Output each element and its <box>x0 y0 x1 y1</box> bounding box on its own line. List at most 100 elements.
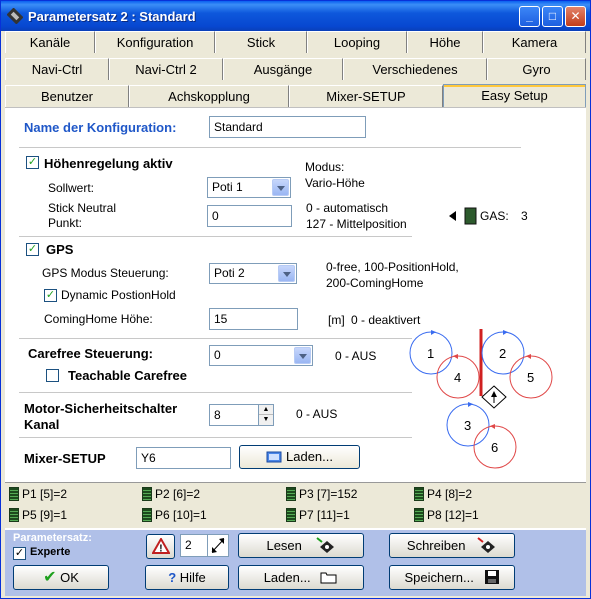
spinner-up-icon[interactable]: ▲ <box>259 405 273 415</box>
experte-label: Experte <box>30 546 71 558</box>
mixer-load-button[interactable]: Laden... <box>239 445 360 469</box>
gas-label: GAS: <box>480 209 509 223</box>
level-bar-icon <box>414 487 424 501</box>
warning-button[interactable]: ! <box>146 534 175 559</box>
svg-text:!: ! <box>159 544 162 555</box>
gps-modus-select[interactable]: Poti 2 <box>209 263 297 284</box>
speichern-button[interactable]: Speichern... <box>389 565 515 590</box>
minimize-button[interactable]: _ <box>519 6 540 27</box>
divider <box>19 392 412 393</box>
parameter-set-spinner[interactable] <box>207 534 229 557</box>
config-name-label: Name der Konfiguration: <box>24 120 177 135</box>
sollwert-select[interactable]: Poti 1 <box>207 177 291 198</box>
teachable-carefree-checkbox[interactable] <box>46 369 59 382</box>
open-folder-icon <box>320 572 337 584</box>
tab-hoehe[interactable]: Höhe <box>407 31 483 53</box>
tab-mixer-setup[interactable]: Mixer-SETUP <box>289 85 443 107</box>
poti-status-p8: P8 [12]=1 <box>414 508 479 522</box>
schreiben-label: Schreiben <box>406 538 466 553</box>
folder-icon <box>266 451 282 463</box>
tab-ausgaenge[interactable]: Ausgänge <box>223 58 343 80</box>
tab-gyro[interactable]: Gyro <box>487 58 586 80</box>
motor-channel-spinner[interactable]: ▲ ▼ <box>258 404 274 426</box>
tab-achskopplung[interactable]: Achskopplung <box>129 85 289 107</box>
divider <box>19 236 412 237</box>
level-bar-icon <box>142 487 152 501</box>
tab-looping[interactable]: Looping <box>307 31 407 53</box>
laden-button[interactable]: Laden... <box>238 565 364 590</box>
poti-status-text: P5 [9]=1 <box>22 508 68 522</box>
modus-value: Vario-Höhe <box>305 176 365 190</box>
ok-button[interactable]: ✔ OK <box>13 565 109 590</box>
gps-label: GPS <box>46 242 74 257</box>
tab-benutzer[interactable]: Benutzer <box>5 85 129 107</box>
gas-indicator-icon <box>449 207 477 225</box>
warning-icon: ! <box>150 536 171 555</box>
y6-rotor-diagram: 1 2 3 4 5 6 <box>409 329 553 469</box>
rotor-label-6: 6 <box>491 440 498 455</box>
tab-stick[interactable]: Stick <box>215 31 307 53</box>
speichern-label: Speichern... <box>404 570 474 585</box>
divider <box>19 437 412 438</box>
rotor-label-5: 5 <box>527 370 534 385</box>
gps-checkbox[interactable]: ✓ <box>26 243 39 256</box>
dynamic-positionhold-checkbox[interactable]: ✓ <box>44 289 57 302</box>
parameter-set-input[interactable]: 2 <box>180 534 208 557</box>
app-icon <box>7 8 23 24</box>
stick-neutral-label-2: Punkt: <box>48 216 83 230</box>
title-bar[interactable]: Parametersatz 2 : Standard _ □ ✕ <box>1 1 590 31</box>
stick-neutral-hint-2: 127 - Mittelposition <box>306 217 407 231</box>
laden-label: Laden... <box>263 570 311 585</box>
tab-navi-ctrl[interactable]: Navi-Ctrl <box>5 58 109 80</box>
cominghome-unit: [m] <box>328 313 345 327</box>
hilfe-button[interactable]: ? Hilfe <box>145 565 229 590</box>
cominghome-input[interactable]: 15 <box>209 308 298 330</box>
chevron-down-icon[interactable] <box>272 179 289 196</box>
hoehenregelung-checkbox[interactable]: ✓ <box>26 156 39 169</box>
teachable-carefree-label: Teachable Carefree <box>68 368 187 383</box>
mixer-load-label: Laden... <box>286 449 333 464</box>
chevron-down-icon[interactable] <box>278 265 295 282</box>
gps-modus-value: Poti 2 <box>214 266 245 280</box>
maximize-button[interactable]: □ <box>542 6 563 27</box>
poti-status-text: P3 [7]=152 <box>299 487 358 501</box>
poti-status-p1: P1 [5]=2 <box>9 487 67 501</box>
parametersatz-window: Parametersatz 2 : Standard _ □ ✕ Kanäle … <box>0 0 591 599</box>
modus-label: Modus: <box>305 160 345 174</box>
stick-neutral-input[interactable]: 0 <box>207 205 292 227</box>
rotor-label-4: 4 <box>454 370 461 385</box>
close-button[interactable]: ✕ <box>565 6 586 27</box>
hoehenregelung-label: Höhenregelung aktiv <box>44 156 173 171</box>
read-chip-icon <box>315 537 334 553</box>
up-down-arrows-icon <box>211 538 225 553</box>
config-name-input[interactable]: Standard <box>209 116 366 138</box>
carefree-label: Carefree Steuerung: <box>28 346 153 361</box>
motor-label-2: Kanal <box>24 417 60 432</box>
level-bar-icon <box>414 508 424 522</box>
carefree-value: 0 <box>214 348 221 362</box>
carefree-hint: 0 - AUS <box>335 349 377 363</box>
tab-kanaele[interactable]: Kanäle <box>5 31 95 53</box>
tab-verschiedenes[interactable]: Verschiedenes <box>343 58 487 80</box>
tab-navi-ctrl-2[interactable]: Navi-Ctrl 2 <box>109 58 223 80</box>
schreiben-button[interactable]: Schreiben <box>389 533 515 558</box>
gps-modus-label: GPS Modus Steuerung: <box>42 266 169 280</box>
spinner-down-icon[interactable]: ▼ <box>259 415 273 425</box>
chevron-down-icon[interactable] <box>294 347 311 364</box>
mixer-input[interactable]: Y6 <box>136 447 231 469</box>
level-bar-icon <box>286 508 296 522</box>
tab-kamera[interactable]: Kamera <box>483 31 586 53</box>
checkmark-icon: ✔ <box>43 569 57 586</box>
experte-checkbox[interactable]: ✓ <box>13 547 26 560</box>
tab-konfiguration[interactable]: Konfiguration <box>95 31 215 53</box>
mixer-label: Mixer-SETUP <box>24 451 106 466</box>
motor-channel-input[interactable]: 8 <box>209 404 259 426</box>
poti-status-text: P8 [12]=1 <box>427 508 479 522</box>
stick-neutral-hint-1: 0 - automatisch <box>306 201 389 215</box>
poti-status-p6: P6 [10]=1 <box>142 508 207 522</box>
tab-easy-setup[interactable]: Easy Setup <box>443 84 586 108</box>
poti-status-p2: P2 [6]=2 <box>142 487 200 501</box>
rotor-label-3: 3 <box>464 418 471 433</box>
lesen-button[interactable]: Lesen <box>238 533 364 558</box>
carefree-select[interactable]: 0 <box>209 345 313 366</box>
